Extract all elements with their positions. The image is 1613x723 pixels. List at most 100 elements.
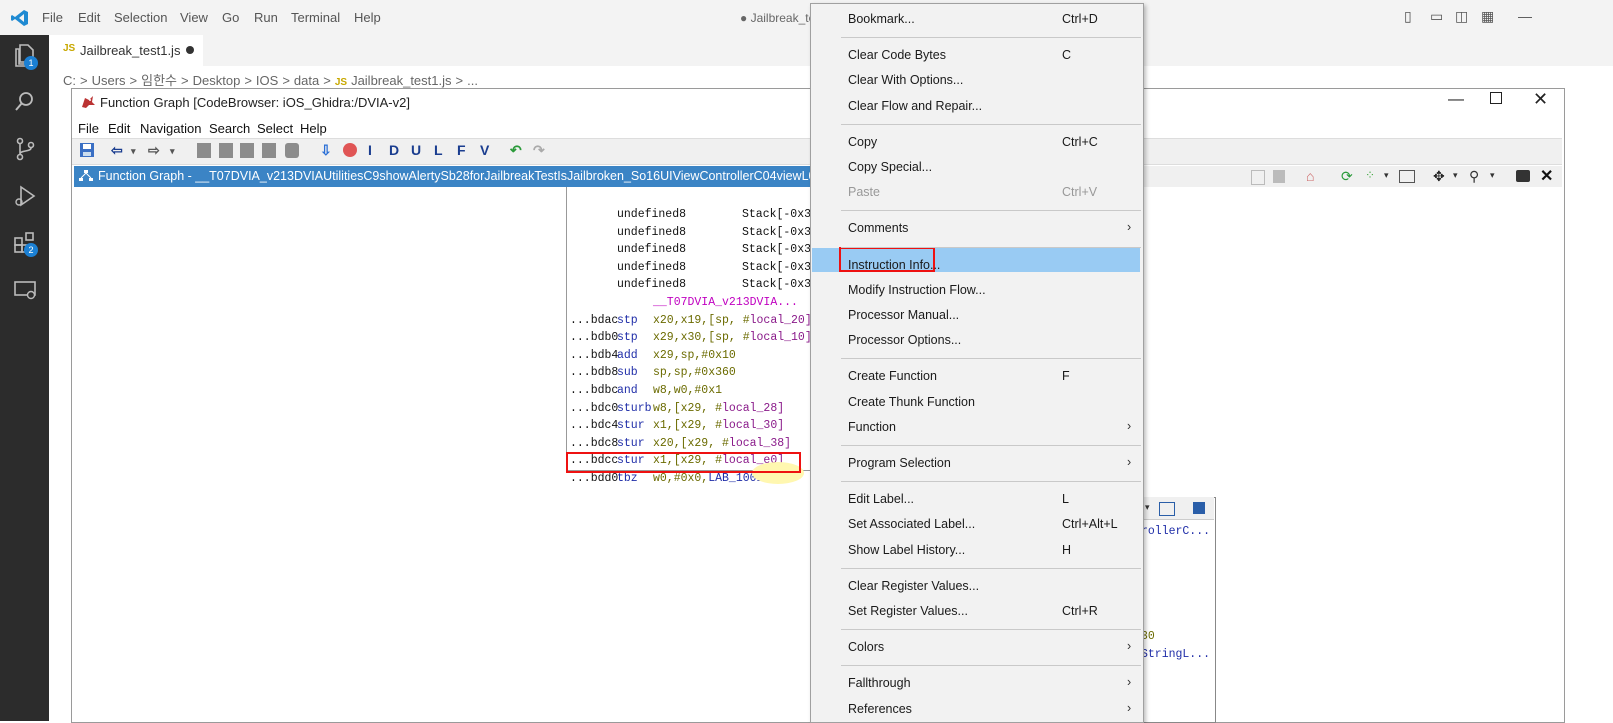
- layout-dropdown-icon[interactable]: ▾: [1384, 170, 1389, 181]
- nav-mode-icon[interactable]: ✥: [1433, 168, 1445, 185]
- menu-item-references[interactable]: References ›: [811, 697, 1143, 721]
- menu-item-copy[interactable]: Copy Ctrl+C: [811, 130, 1143, 154]
- ghidra-menu-help[interactable]: Help: [300, 121, 327, 136]
- breadcrumb-segment[interactable]: data: [294, 73, 319, 88]
- menu-item-copy-special[interactable]: Copy Special...: [811, 155, 1143, 179]
- close-graph-icon[interactable]: ✕: [1540, 166, 1553, 186]
- breadcrumb-segment[interactable]: ...: [467, 73, 478, 88]
- nav-mode-dropdown-icon[interactable]: ▾: [1453, 170, 1458, 181]
- ghidra-close-button[interactable]: ✕: [1533, 89, 1548, 110]
- stop-icon[interactable]: [343, 143, 357, 157]
- search-icon[interactable]: [12, 89, 38, 115]
- vscode-menu-view[interactable]: View: [180, 10, 208, 25]
- hover-mode-dropdown-icon[interactable]: ▾: [1490, 170, 1495, 181]
- toolbar-l-button[interactable]: L: [434, 142, 443, 158]
- back-arrow-icon[interactable]: ⇦: [111, 142, 123, 159]
- ghidra-menu-search[interactable]: Search: [209, 121, 250, 136]
- toolbar-i-button[interactable]: I: [368, 142, 372, 158]
- unsaved-dot-icon[interactable]: [186, 46, 194, 54]
- sub-window-icon[interactable]: [1159, 502, 1175, 516]
- menu-item-edit-label[interactable]: Edit Label... L: [811, 487, 1143, 511]
- layout-icon[interactable]: ⁘: [1365, 168, 1375, 182]
- toolbar-f-button[interactable]: F: [457, 142, 466, 158]
- minimize-icon[interactable]: —: [1518, 8, 1532, 24]
- menu-item-fallthrough[interactable]: Fallthrough ›: [811, 671, 1143, 695]
- save-icon[interactable]: [79, 142, 95, 158]
- ghidra-menu-select[interactable]: Select: [257, 121, 293, 136]
- breadcrumb-segment[interactable]: Desktop: [193, 73, 241, 88]
- toolbar-v-button[interactable]: V: [480, 142, 489, 158]
- breadcrumb-segment[interactable]: Users: [92, 73, 126, 88]
- refresh-icon[interactable]: ⟳: [1341, 168, 1353, 185]
- menu-item-modify-instruction-flow[interactable]: Modify Instruction Flow...: [811, 278, 1143, 302]
- menu-item-processor-options[interactable]: Processor Options...: [811, 328, 1143, 352]
- breadcrumb-segment[interactable]: 임한수: [141, 73, 177, 88]
- vscode-menu-run[interactable]: Run: [254, 10, 278, 25]
- vscode-menu-edit[interactable]: Edit: [78, 10, 100, 25]
- nav-data-icon[interactable]: [197, 143, 211, 158]
- menu-item-processor-manual[interactable]: Processor Manual...: [811, 303, 1143, 327]
- breadcrumb-segment[interactable]: JS: [335, 77, 347, 88]
- toolbar-u-button[interactable]: U: [411, 142, 421, 158]
- instruction-address: ...bdc0: [570, 401, 619, 415]
- field-editor-icon[interactable]: [1399, 170, 1415, 183]
- menu-item-paste[interactable]: Paste Ctrl+V: [811, 180, 1143, 204]
- sub-dropdown-icon[interactable]: ▾: [1145, 502, 1150, 513]
- undo-icon[interactable]: ↶: [510, 142, 522, 159]
- menu-item-program-selection[interactable]: Program Selection ›: [811, 451, 1143, 475]
- vscode-menu-terminal[interactable]: Terminal: [291, 10, 340, 25]
- nav-instruction-icon[interactable]: [285, 143, 299, 158]
- layout-panel-icon[interactable]: ▭: [1430, 8, 1443, 25]
- nav-label-icon[interactable]: [240, 143, 254, 158]
- ghidra-maximize-button[interactable]: [1490, 92, 1502, 104]
- menu-item-clear-flow-and-repair[interactable]: Clear Flow and Repair...: [811, 94, 1143, 118]
- menu-item-clear-register-values[interactable]: Clear Register Values...: [811, 574, 1143, 598]
- vscode-menu-help[interactable]: Help: [354, 10, 381, 25]
- menu-item-show-label-history[interactable]: Show Label History... H: [811, 538, 1143, 562]
- menu-item-comments[interactable]: Comments ›: [811, 216, 1143, 240]
- breadcrumb-segment[interactable]: C:: [63, 73, 76, 88]
- copy-graph-icon[interactable]: [1251, 170, 1265, 185]
- ghidra-menu-file[interactable]: File: [78, 121, 99, 136]
- customize-layout-icon[interactable]: ▦: [1481, 8, 1494, 25]
- forward-dropdown-icon[interactable]: ▾: [170, 146, 175, 157]
- menu-item-clear-with-options[interactable]: Clear With Options...: [811, 68, 1143, 92]
- snapshot-icon[interactable]: [1516, 170, 1530, 182]
- ghidra-menu-edit[interactable]: Edit: [108, 121, 130, 136]
- menu-item-function[interactable]: Function ›: [811, 415, 1143, 439]
- menu-item-clear-code-bytes[interactable]: Clear Code Bytes C: [811, 43, 1143, 67]
- breadcrumb-segment[interactable]: IOS: [256, 73, 278, 88]
- nav-function-icon[interactable]: [262, 143, 276, 158]
- back-dropdown-icon[interactable]: ▾: [131, 146, 136, 157]
- menu-item-colors[interactable]: Colors ›: [811, 635, 1143, 659]
- menu-item-set-register-values[interactable]: Set Register Values... Ctrl+R: [811, 599, 1143, 623]
- layout-secondary-icon[interactable]: ◫: [1455, 8, 1468, 25]
- toolbar-d-button[interactable]: D: [389, 142, 399, 158]
- remote-explorer-icon[interactable]: [12, 277, 38, 303]
- sub-fullscreen-icon[interactable]: [1193, 502, 1205, 514]
- vscode-menu-selection[interactable]: Selection: [114, 10, 167, 25]
- menu-item-create-function[interactable]: Create Function F: [811, 364, 1143, 388]
- nav-undefined-icon[interactable]: [219, 143, 233, 158]
- menu-item-instruction-info[interactable]: Instruction Info...: [811, 253, 1143, 277]
- redo-icon[interactable]: ↷: [533, 142, 545, 159]
- ghidra-menu-navigation[interactable]: Navigation: [140, 121, 201, 136]
- down-arrow-icon[interactable]: ⇩: [320, 142, 332, 159]
- submenu-arrow-icon: ›: [1127, 418, 1132, 433]
- paste-graph-icon[interactable]: [1273, 170, 1285, 183]
- listing-block[interactable]: undefined8 Stack[-0x3 undefined8 Stack[-0x3…: [566, 187, 814, 485]
- menu-item-bookmark[interactable]: Bookmark... Ctrl+D: [811, 7, 1143, 31]
- hover-mode-icon[interactable]: ⚲: [1469, 168, 1479, 185]
- source-control-icon[interactable]: [12, 136, 38, 162]
- layout-sidebar-icon[interactable]: ▯: [1404, 8, 1412, 25]
- run-debug-icon[interactable]: [12, 183, 38, 209]
- vscode-menu-go[interactable]: Go: [222, 10, 239, 25]
- instruction-mnemonic: sub: [617, 366, 638, 380]
- breadcrumb-segment[interactable]: Jailbreak_test1.js: [351, 73, 451, 88]
- forward-arrow-icon[interactable]: ⇨: [148, 142, 160, 159]
- menu-item-set-associated-label[interactable]: Set Associated Label... Ctrl+Alt+L: [811, 512, 1143, 536]
- menu-item-create-thunk-function[interactable]: Create Thunk Function: [811, 390, 1143, 414]
- home-icon[interactable]: ⌂: [1306, 168, 1314, 184]
- vscode-menu-file[interactable]: File: [42, 10, 63, 25]
- ghidra-minimize-button[interactable]: —: [1448, 91, 1464, 109]
